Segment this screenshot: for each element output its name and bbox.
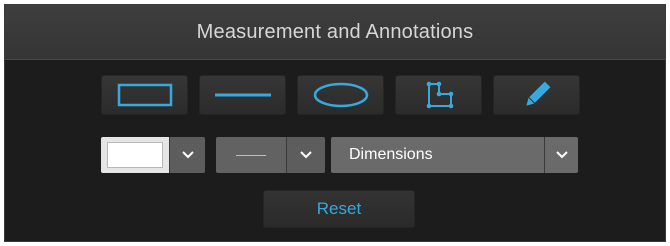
polygon-tool-button[interactable] <box>395 75 482 115</box>
color-picker[interactable] <box>101 137 205 173</box>
line-style-picker[interactable] <box>216 137 325 173</box>
reset-button[interactable]: Reset <box>263 190 415 228</box>
line-style-dropdown-button[interactable] <box>287 137 325 173</box>
color-swatch-container[interactable] <box>101 137 170 173</box>
annotation-type-dropdown-button[interactable] <box>545 137 578 173</box>
panel-header: Measurement and Annotations <box>5 5 665 60</box>
polygon-icon <box>426 81 453 109</box>
ellipse-tool-button[interactable] <box>297 75 384 115</box>
freehand-tool-button[interactable] <box>493 75 580 115</box>
line-icon <box>214 93 271 97</box>
annotation-type-select[interactable]: Dimensions <box>331 137 578 173</box>
pencil-icon <box>525 81 550 106</box>
panel-title: Measurement and Annotations <box>196 20 474 43</box>
line-tool-button[interactable] <box>199 75 286 115</box>
line-style-preview[interactable] <box>216 137 287 173</box>
rectangle-tool-button[interactable] <box>101 75 188 115</box>
color-dropdown-button[interactable] <box>170 137 205 173</box>
chevron-down-icon <box>300 151 312 159</box>
chevron-down-icon <box>555 151 568 159</box>
chevron-down-icon <box>181 151 194 159</box>
rectangle-icon <box>117 83 172 107</box>
ellipse-icon <box>313 82 368 108</box>
color-swatch[interactable] <box>107 142 163 168</box>
annotation-type-value[interactable]: Dimensions <box>331 137 545 173</box>
